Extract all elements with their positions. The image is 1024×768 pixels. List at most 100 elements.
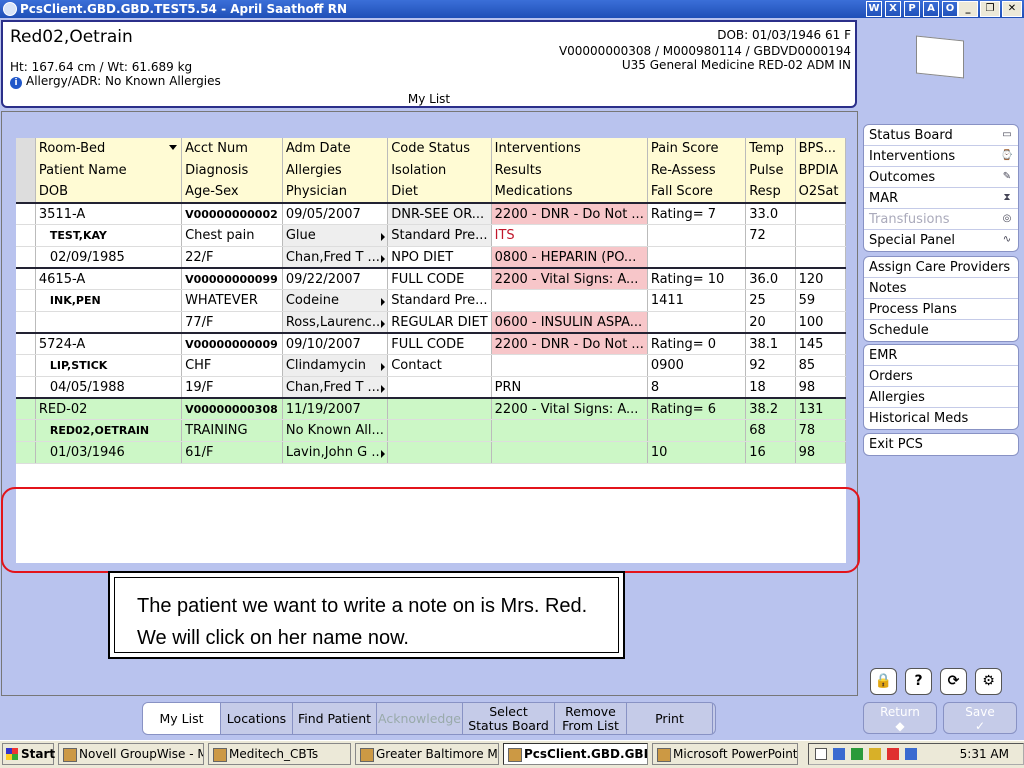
novell-icon[interactable]	[887, 748, 899, 760]
column-header-adm-date[interactable]: Adm Date	[282, 138, 389, 160]
grid-cell-bps[interactable]: 100	[795, 311, 847, 334]
grid-cell-code-status[interactable]: REGULAR DIET	[387, 311, 492, 334]
grid-cell-bps[interactable]: 98	[795, 441, 847, 464]
taskbar-button[interactable]: Meditech_CBTs	[208, 743, 351, 765]
network-icon[interactable]	[833, 748, 845, 760]
grid-cell-adm-date[interactable]: 09/22/2007	[282, 267, 389, 291]
column-header-bps[interactable]: BPDIA	[795, 159, 847, 182]
grid-cell-bps[interactable]	[795, 224, 847, 247]
grid-cell-room-bed[interactable]: 01/03/1946	[35, 441, 183, 464]
grid-cell-interventions[interactable]: ITS	[491, 224, 648, 247]
grid-cell-pain-score[interactable]: 10	[647, 441, 747, 464]
settings-icon[interactable]: ⚙	[975, 668, 1002, 695]
table-row[interactable]: 01/03/1946 61/F Lavin,John G ... 10 16 98	[16, 441, 847, 464]
column-header-pain-score[interactable]: Pain Score	[647, 138, 747, 160]
toolbar-button-my-list[interactable]: My List	[143, 703, 221, 734]
toolbar-button-select-status-board[interactable]: Select Status Board	[463, 703, 555, 734]
grid-cell-code-status[interactable]	[387, 419, 492, 443]
toolbar-button-remove-from-list[interactable]: Remove From List	[555, 703, 627, 734]
grid-cell-bps[interactable]: 98	[795, 376, 847, 399]
grid-cell-pain-score[interactable]: 8	[647, 376, 747, 399]
grid-cell-temp[interactable]: 25	[745, 289, 796, 312]
grid-cell-adm-date[interactable]: Glue	[282, 224, 389, 247]
table-row[interactable]: LIP,STICK CHF Clindamycin Contact 0900 92 85	[16, 354, 847, 378]
grid-cell-code-status[interactable]: FULL CODE	[387, 332, 492, 356]
grid-cell-pain-score[interactable]	[647, 311, 747, 334]
lock-icon[interactable]: 🔒	[870, 668, 897, 695]
display-icon[interactable]	[905, 748, 917, 760]
grid-cell-temp[interactable]: 92	[745, 354, 796, 378]
column-header-room-bed[interactable]: DOB	[35, 181, 183, 204]
grid-cell-interventions[interactable]: 0600 - INSULIN ASPA...	[491, 311, 648, 334]
grid-cell-room-bed[interactable]: 02/09/1985	[35, 246, 183, 269]
grid-cell-bps[interactable]: 131	[795, 397, 847, 421]
toolbar-button-find-patient[interactable]: Find Patient	[293, 703, 377, 734]
column-header-temp[interactable]: Resp	[745, 181, 796, 204]
grid-cell-acct-num[interactable]: WHATEVER	[181, 289, 283, 312]
grid-cell-adm-date[interactable]: Ross,Laurenc...	[282, 311, 389, 334]
column-header-acct-num[interactable]: Acct Num	[181, 138, 283, 160]
grid-cell-adm-date[interactable]: Clindamycin	[282, 354, 389, 378]
grid-cell-bps[interactable]: 145	[795, 332, 847, 356]
taskbar-button[interactable]: Microsoft PowerPoint ...	[652, 743, 798, 765]
word-icon[interactable]: W	[866, 1, 882, 17]
table-row[interactable]: 02/09/1985 22/F Chan,Fred T ... NPO DIET 080…	[16, 246, 847, 269]
column-header-bps[interactable]: BPS...	[795, 138, 847, 160]
side-item-exit-pcs[interactable]: Exit PCS	[864, 434, 1018, 455]
start-button[interactable]: Start	[2, 743, 55, 765]
grid-cell-temp[interactable]: 33.0	[745, 202, 796, 226]
table-row[interactable]: 5724-A V00000000009 09/10/2007 FULL CODE 220…	[16, 332, 847, 356]
grid-cell-bps[interactable]: 120	[795, 267, 847, 291]
column-header-temp[interactable]: Temp	[745, 138, 796, 160]
grid-cell-temp[interactable]: 72	[745, 224, 796, 247]
grid-cell-room-bed[interactable]: RED-02	[35, 397, 183, 421]
grid-cell-interventions[interactable]: 2200 - Vital Signs: A...	[491, 267, 648, 291]
grid-cell-pain-score[interactable]: 0900	[647, 354, 747, 378]
side-item-process-plans[interactable]: Process Plans	[864, 299, 1018, 320]
column-header-pain-score[interactable]: Re-Assess	[647, 159, 747, 182]
side-item-interventions[interactable]: Interventions ⌚	[864, 146, 1018, 167]
column-header-room-bed[interactable]: Patient Name	[35, 159, 183, 182]
antivirus-icon[interactable]	[851, 748, 863, 760]
column-header-code-status[interactable]: Isolation	[387, 159, 492, 182]
grid-cell-temp[interactable]: 16	[745, 441, 796, 464]
taskbar-button[interactable]: PcsClient.GBD.GBD....	[503, 743, 648, 765]
grid-cell-interventions[interactable]	[491, 289, 648, 312]
help-tray-icon[interactable]	[815, 748, 827, 760]
powerpoint-icon[interactable]: P	[904, 1, 920, 17]
grid-cell-interventions[interactable]	[491, 354, 648, 378]
column-header-temp[interactable]: Pulse	[745, 159, 796, 182]
grid-cell-adm-date[interactable]: Codeine	[282, 289, 389, 312]
table-row[interactable]: 04/05/1988 19/F Chan,Fred T ... PRN 8 18 98	[16, 376, 847, 399]
grid-cell-adm-date[interactable]: Chan,Fred T ...	[282, 376, 389, 399]
restore-button[interactable]: ❐	[980, 1, 1000, 17]
grid-cell-temp[interactable]: 38.1	[745, 332, 796, 356]
grid-cell-adm-date[interactable]: No Known All...	[282, 419, 389, 443]
excel-icon[interactable]: X	[885, 1, 901, 17]
grid-cell-interventions[interactable]	[491, 441, 648, 464]
grid-cell-room-bed[interactable]: 3511-A	[35, 202, 183, 226]
refresh-icon[interactable]: ⟳	[940, 668, 967, 695]
patient-name-cell[interactable]: TEST,KAY	[35, 224, 183, 247]
save-button[interactable]: Save ✓	[943, 702, 1017, 734]
grid-cell-code-status[interactable]	[387, 397, 492, 421]
taskbar-button[interactable]: Novell GroupWise - M...	[58, 743, 204, 765]
grid-cell-adm-date[interactable]: Chan,Fred T ...	[282, 246, 389, 269]
grid-cell-code-status[interactable]	[387, 441, 492, 464]
grid-cell-acct-num[interactable]: V00000000308	[181, 397, 283, 421]
column-header-bps[interactable]: O2Sat	[795, 181, 847, 204]
grid-cell-interventions[interactable]: 0800 - HEPARIN (PO...	[491, 246, 648, 269]
grid-cell-pain-score[interactable]	[647, 246, 747, 269]
column-header-pain-score[interactable]: Fall Score	[647, 181, 747, 204]
column-header-acct-num[interactable]: Age-Sex	[181, 181, 283, 204]
grid-cell-code-status[interactable]: Standard Pre...	[387, 289, 492, 312]
side-item-notes[interactable]: Notes	[864, 278, 1018, 299]
grid-cell-code-status[interactable]: Contact	[387, 354, 492, 378]
table-row[interactable]: 3511-A V00000000002 09/05/2007 DNR-SEE OR..…	[16, 202, 847, 226]
column-header-adm-date[interactable]: Allergies	[282, 159, 389, 182]
grid-cell-pain-score[interactable]: Rating= 0	[647, 332, 747, 356]
side-item-emr[interactable]: EMR	[864, 345, 1018, 366]
side-item-status-board[interactable]: Status Board ▭	[864, 125, 1018, 146]
grid-cell-code-status[interactable]	[387, 376, 492, 399]
toolbar-button-locations[interactable]: Locations	[221, 703, 293, 734]
